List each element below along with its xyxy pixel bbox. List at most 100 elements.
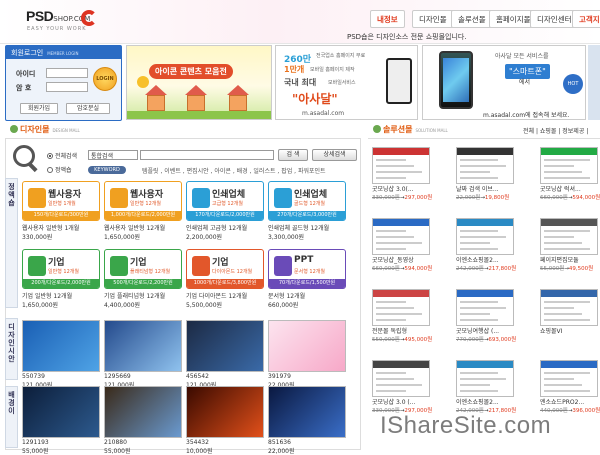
plan-card[interactable]: PPT 문서형 12개월 70개/다운로드/1,500만원 문서형 12개월 660,0… bbox=[268, 249, 346, 309]
plan-tile[interactable]: 인쇄업체 고급형 12개월 170개/다운로드/2,000만원 bbox=[186, 181, 264, 221]
vtab-fine-shop[interactable]: 정액숍 bbox=[5, 178, 18, 308]
next-arrow-icon[interactable]: HOT bbox=[563, 74, 583, 94]
plan-card[interactable]: 웹사용자 일반형 12개월 1,000개/다운로드/2,000만원웹사용자 일반형 … bbox=[104, 181, 182, 241]
plan-card[interactable]: 인쇄업체 고급형 12개월 170개/다운로드/2,000만원인쇄업체 고급형 12… bbox=[186, 181, 264, 241]
thumb-image[interactable] bbox=[22, 320, 100, 372]
plan-tile[interactable]: 기업 일반형 12개월 200개/다운로드/2,000만원 bbox=[22, 249, 100, 289]
plan-desc[interactable]: 인쇄업체 골드형 12개월 bbox=[268, 223, 346, 232]
plan-desc[interactable]: 기업 다이아몬드 12개월 bbox=[186, 291, 264, 300]
solution-screenshot[interactable] bbox=[372, 147, 430, 184]
solution-filter-nav[interactable]: 전체 | 쇼핑몰 | 정보제공 | bbox=[523, 126, 588, 135]
asadal-mobile-banner[interactable]: 260만 전국업소 홈페이지 무료 1만개 모바일 홈페이지 제작 국내 최대 … bbox=[275, 45, 418, 120]
radio-all-search[interactable]: 전체검색 bbox=[47, 151, 77, 160]
smartphone-banner[interactable]: 아사달 모든 서비스를 "스마트폰" 에서 m.asadal.com에 접속해 … bbox=[422, 45, 586, 120]
solution-item[interactable]: 굿모닝샵 럭셔... 660,000원→594,000원 bbox=[540, 147, 600, 201]
join-button[interactable]: 회원가입 bbox=[20, 103, 58, 114]
plan-card[interactable]: 기업 일반형 12개월 200개/다운로드/2,000만원 기업 일반형 12개월 1,… bbox=[22, 249, 100, 309]
solution-item[interactable]: 날짜 검색 이브... 22,000원→19,800원 bbox=[456, 147, 514, 201]
design-thumb[interactable]: 851636 22,000원 bbox=[268, 386, 346, 455]
solution-name[interactable]: 전문몰 독립형 bbox=[372, 326, 430, 335]
solution-name[interactable]: 굿모닝여행샵 (... bbox=[456, 326, 514, 335]
find-password-button[interactable]: 암호분실 bbox=[66, 103, 110, 114]
solution-item[interactable]: 전문몰 독립형 550,000원→495,000원 bbox=[372, 289, 432, 343]
thumb-image[interactable] bbox=[104, 386, 182, 438]
design-thumb[interactable]: 354432 10,000원 bbox=[186, 386, 264, 455]
thumb-image[interactable] bbox=[268, 320, 346, 372]
radio-fine-shop[interactable]: 정액숍 bbox=[47, 165, 72, 174]
icon-content-banner[interactable]: 아이콘 콘텐츠 모음전 bbox=[126, 45, 272, 120]
solution-item[interactable]: 쇼핑몰VI bbox=[540, 289, 598, 335]
plan-card[interactable]: 기업 다이아몬드 12개월 1000개/다운로드/3,800만원기업 다이아몬드 1… bbox=[186, 249, 264, 309]
solution-item[interactable]: 굿모닝여행샵 (... 770,000원→693,000원 bbox=[456, 289, 516, 343]
thumb-image[interactable] bbox=[268, 386, 346, 438]
design-thumb[interactable]: 1295669121,000원 bbox=[104, 320, 182, 389]
plan-card[interactable]: 웹사용자 일반형 1개월 150개/다운로드/300만원 웹사용자 일반형 1개월 33… bbox=[22, 181, 100, 241]
solution-screenshot[interactable] bbox=[372, 360, 430, 397]
design-thumb[interactable]: 550739121,000원 bbox=[22, 320, 100, 389]
solution-screenshot[interactable] bbox=[456, 147, 514, 184]
solution-screenshot[interactable] bbox=[540, 289, 598, 326]
solution-screenshot[interactable] bbox=[372, 218, 430, 255]
plan-card[interactable]: 인쇄업체 골드형 12개월 270개/다운로드/3,000만원인쇄업체 골드형 12… bbox=[268, 181, 346, 241]
solution-screenshot[interactable] bbox=[456, 360, 514, 397]
plan-tile[interactable]: 기업 플래티넘형 12개월 500개/다운로드/2,200만원 bbox=[104, 249, 182, 289]
solution-item[interactable]: 엔소쇼드PRO2... 440,000원→396,000원 bbox=[540, 360, 600, 414]
plan-tile[interactable]: 웹사용자 일반형 1개월 150개/다운로드/300만원 bbox=[22, 181, 100, 221]
id-input[interactable] bbox=[46, 68, 88, 78]
thumb-image[interactable] bbox=[186, 386, 264, 438]
plan-desc[interactable]: 기업 일반형 12개월 bbox=[22, 291, 100, 300]
vtab-background[interactable]: 배경이 bbox=[5, 386, 18, 448]
solution-screenshot[interactable] bbox=[540, 147, 598, 184]
solution-item[interactable]: 페이지편집모듈 55,000원→49,500원 bbox=[540, 218, 598, 272]
solution-name[interactable]: 이엔소쇼핑몰2... bbox=[456, 255, 514, 264]
plan-tile[interactable]: 웹사용자 일반형 12개월 1,000개/다운로드/2,000만원 bbox=[104, 181, 182, 221]
plan-desc[interactable]: 문서형 12개월 bbox=[268, 291, 346, 300]
solution-item[interactable]: 굿모닝샵 3.0(... 330,000원→297,000원 bbox=[372, 147, 432, 201]
solution-screenshot[interactable] bbox=[372, 289, 430, 326]
plan-desc[interactable]: 웹사용자 일반형 12개월 bbox=[104, 223, 182, 232]
keyword-list[interactable]: 템플릿 , 이벤트 , 편집시안 , 아이콘 , 배경 , 일러스트 , 팝업 … bbox=[142, 166, 326, 175]
plan-desc[interactable]: 기업 플래티넘형 12개월 bbox=[104, 291, 182, 300]
solution-name[interactable]: 굿모닝샵 3.0(... bbox=[372, 184, 430, 193]
plan-desc[interactable]: 웹사용자 일반형 1개월 bbox=[22, 223, 100, 232]
solution-item[interactable]: 이엔소쇼핑몰2... 242,000원→217,800원 bbox=[456, 218, 516, 272]
nav-design-mall[interactable]: 디자인몰 bbox=[412, 10, 454, 28]
vtab-design-draft[interactable]: 디자인시안 bbox=[5, 318, 18, 380]
solution-name[interactable]: 굿모닝샵 럭셔... bbox=[540, 184, 598, 193]
nav-solution-mall[interactable]: 솔루션몰 bbox=[451, 10, 493, 28]
thumb-image[interactable] bbox=[22, 386, 100, 438]
solution-screenshot[interactable] bbox=[540, 360, 598, 397]
solution-name[interactable]: 엔소쇼드PRO2... bbox=[540, 397, 598, 406]
plan-desc[interactable]: 인쇄업체 고급형 12개월 bbox=[186, 223, 264, 232]
thumb-image[interactable] bbox=[104, 320, 182, 372]
nav-customer[interactable]: 고객지 bbox=[572, 10, 600, 28]
search-input[interactable] bbox=[140, 150, 274, 160]
login-button[interactable]: LOGIN bbox=[93, 67, 117, 91]
solution-screenshot[interactable] bbox=[456, 289, 514, 326]
search-category-select[interactable]: 통합검색 bbox=[88, 150, 138, 160]
thumb-image[interactable] bbox=[186, 320, 264, 372]
plan-tile[interactable]: PPT 문서형 12개월 70개/다운로드/1,500만원 bbox=[268, 249, 346, 289]
plan-card[interactable]: 기업 플래티넘형 12개월 500개/다운로드/2,200만원기업 플래티넘형 12… bbox=[104, 249, 182, 309]
solution-name[interactable]: 날짜 검색 이브... bbox=[456, 184, 514, 193]
design-thumb[interactable]: 456542121,000원 bbox=[186, 320, 264, 389]
solution-screenshot[interactable] bbox=[456, 218, 514, 255]
design-thumb[interactable]: 39197922,000원 bbox=[268, 320, 346, 389]
logo[interactable]: PSDSHOP.COM EASY YOUR WORK bbox=[26, 8, 101, 34]
nav-my-info[interactable]: 내정보 bbox=[370, 10, 405, 28]
solution-name[interactable]: 이엔소쇼핑몰2... bbox=[456, 397, 514, 406]
detail-search-button[interactable]: 상세검색 bbox=[312, 149, 357, 161]
solution-name[interactable]: 페이지편집모듈 bbox=[540, 255, 598, 264]
plan-tile[interactable]: 인쇄업체 골드형 12개월 270개/다운로드/3,000만원 bbox=[268, 181, 346, 221]
solution-item[interactable]: 굿모닝샵_동영상 660,000원→594,000원 bbox=[372, 218, 432, 272]
password-input[interactable] bbox=[46, 82, 88, 92]
design-thumb[interactable]: 210880 55,000원 bbox=[104, 386, 182, 455]
solution-item[interactable]: 이엔소쇼핑몰2... 242,000원→217,800원 bbox=[456, 360, 516, 414]
solution-name[interactable]: 굿모닝샵_동영상 bbox=[372, 255, 430, 264]
design-thumb[interactable]: 1291193 55,000원 bbox=[22, 386, 100, 455]
search-button[interactable]: 검 색 bbox=[278, 149, 308, 161]
solution-name[interactable]: 굿모닝샵 3.0 (... bbox=[372, 397, 430, 406]
solution-screenshot[interactable] bbox=[540, 218, 598, 255]
plan-tile[interactable]: 기업 다이아몬드 12개월 1000개/다운로드/3,800만원 bbox=[186, 249, 264, 289]
solution-item[interactable]: 굿모닝샵 3.0 (... 330,000원→297,000원 bbox=[372, 360, 432, 414]
